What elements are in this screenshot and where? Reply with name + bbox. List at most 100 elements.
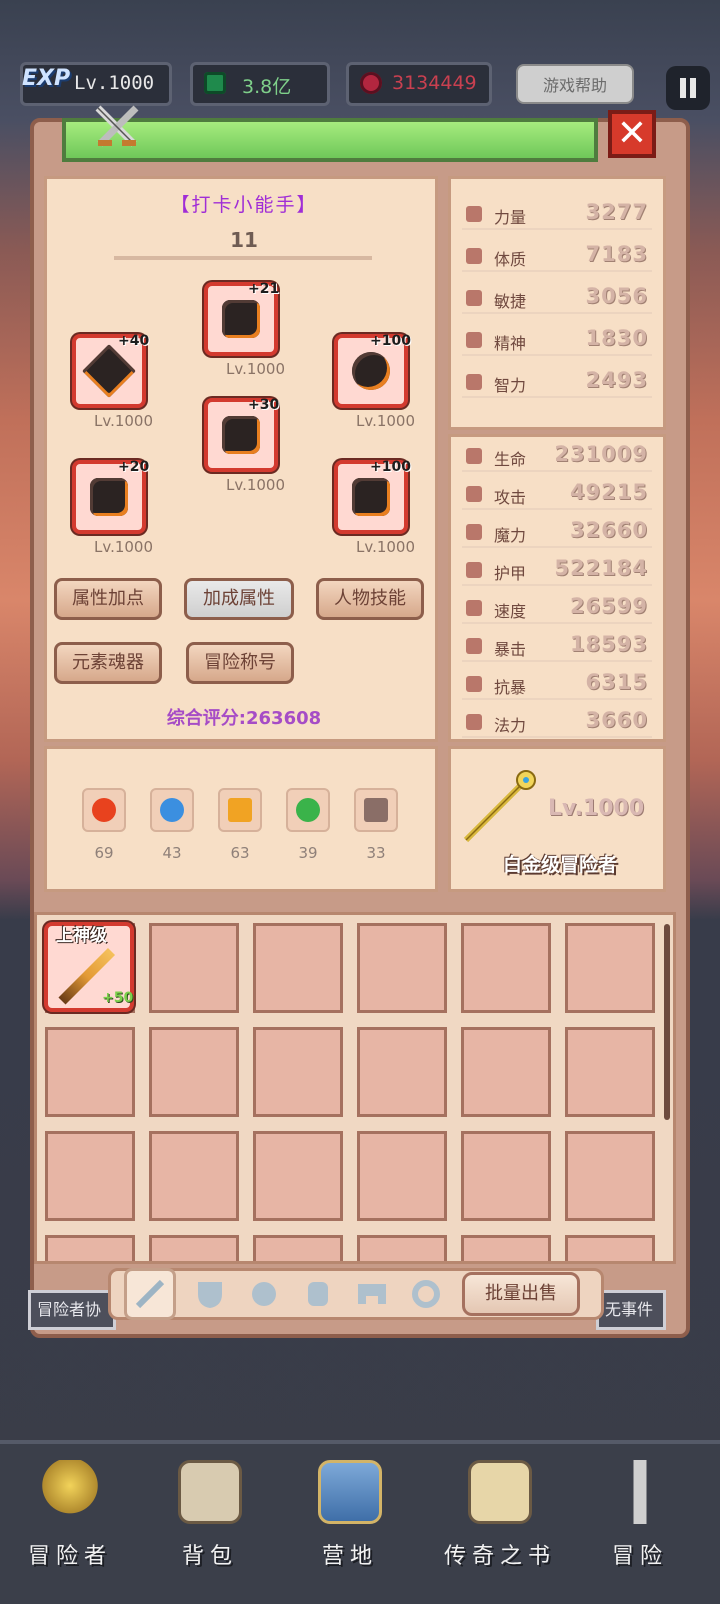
stat-row-crit: 暴击 18593 [462, 632, 652, 662]
helmet-icon [222, 300, 260, 338]
nav-backpack[interactable]: 背包 [150, 1452, 270, 1592]
equip-level: Lv.1000 [356, 412, 416, 430]
wind-element-icon[interactable] [286, 788, 330, 832]
item-plus: +50 [102, 990, 134, 1006]
character-title: 【打卡小能手】 [170, 194, 318, 216]
stat-row-intelligence: 智力 2493 [462, 368, 652, 398]
inventory-slot[interactable] [253, 923, 343, 1013]
water-element-icon[interactable] [150, 788, 194, 832]
equip-level: Lv.1000 [356, 538, 416, 556]
item-grade: 上神级 [56, 926, 107, 946]
inventory-slot[interactable] [149, 1027, 239, 1117]
close-button[interactable]: ✕ [608, 110, 656, 158]
inventory-slot[interactable] [253, 1235, 343, 1261]
nav-adventurer[interactable]: 冒险者 [10, 1452, 130, 1592]
wand-icon [466, 524, 482, 540]
equip-level: Lv.1000 [94, 538, 154, 556]
adventure-title-button[interactable]: 冒险称号 [186, 642, 294, 684]
water-element-value: 43 [162, 844, 182, 862]
equip-plus: +100 [370, 333, 411, 349]
spirit-icon [466, 332, 482, 348]
inventory-slot[interactable] [149, 1131, 239, 1221]
helmet-tab-icon[interactable] [246, 1276, 282, 1312]
inventory-slot[interactable] [253, 1027, 343, 1117]
character-number: 11 [230, 228, 258, 252]
lightning-element-icon[interactable] [218, 788, 262, 832]
inventory-slot[interactable] [461, 923, 551, 1013]
emerald-value: 3.8亿 [242, 76, 292, 98]
ruby-value: 3134449 [392, 72, 477, 94]
title-divider [114, 256, 372, 260]
inventory-slot[interactable] [357, 1027, 447, 1117]
crit-icon [466, 638, 482, 654]
armor-icon [222, 416, 260, 454]
nav-camp[interactable]: 营地 [290, 1452, 410, 1592]
dark-element-value: 33 [366, 844, 386, 862]
shield-tab-icon[interactable] [192, 1276, 228, 1312]
adventurer-guild-label: 冒险者协 [28, 1290, 116, 1330]
ring-tab-icon[interactable] [408, 1276, 444, 1312]
inventory-slot[interactable] [357, 923, 447, 1013]
no-event-label: 无事件 [596, 1290, 666, 1330]
equip-plus: +21 [248, 281, 280, 297]
inventory-slot[interactable] [149, 1235, 239, 1261]
inventory-slot[interactable] [45, 1131, 135, 1221]
ruby-icon [360, 72, 382, 94]
rank-level: Lv.1000 [548, 796, 645, 821]
element-soul-button[interactable]: 元素魂器 [54, 642, 162, 684]
stat-row-constitution: 体质 7183 [462, 242, 652, 272]
equip-plus: +30 [248, 397, 280, 413]
backpack-icon [178, 1460, 242, 1524]
wind-element-value: 39 [298, 844, 318, 862]
stat-row-strength: 力量 3277 [462, 200, 652, 230]
strength-icon [466, 206, 482, 222]
nav-legend-book[interactable]: 传奇之书 [440, 1452, 560, 1592]
book-icon [468, 1460, 532, 1524]
inventory-slot[interactable] [45, 1027, 135, 1117]
attribute-points-button[interactable]: 属性加点 [54, 578, 162, 620]
fire-element-value: 69 [94, 844, 114, 862]
glove-icon [90, 478, 128, 516]
panel-header-bar [62, 118, 598, 162]
armor-tab-icon[interactable] [300, 1276, 336, 1312]
camp-banner-icon [318, 1460, 382, 1524]
emerald-icon [204, 72, 226, 94]
nav-adventure[interactable]: 冒险 [580, 1452, 700, 1592]
inventory-slot[interactable] [253, 1131, 343, 1221]
game-help-button[interactable]: 游戏帮助 [516, 64, 634, 104]
inventory-scrollbar[interactable] [664, 924, 670, 1120]
inventory-slot[interactable] [565, 1131, 655, 1221]
heart-icon [466, 448, 482, 464]
equip-plus: +40 [118, 333, 150, 349]
lightning-element-value: 63 [230, 844, 250, 862]
inventory-slot[interactable] [565, 1235, 655, 1261]
inventory-slot[interactable] [461, 1131, 551, 1221]
stat-row-speed: 速度 26599 [462, 594, 652, 624]
inventory-slot[interactable] [461, 1027, 551, 1117]
orb-icon [352, 352, 390, 390]
overall-score: 综合评分:263608 [166, 708, 322, 729]
inventory-slot[interactable] [565, 1027, 655, 1117]
fire-element-icon[interactable] [82, 788, 126, 832]
bulk-sell-button[interactable]: 批量出售 [462, 1272, 580, 1316]
inventory-slot[interactable] [565, 923, 655, 1013]
inventory-slot[interactable] [357, 1131, 447, 1221]
shield-icon [466, 562, 482, 578]
equip-plus: +100 [370, 459, 411, 475]
stat-row-agility: 敏捷 3056 [462, 284, 652, 314]
character-skills-button[interactable]: 人物技能 [316, 578, 424, 620]
belt-tab-icon[interactable] [354, 1276, 390, 1312]
pause-button[interactable] [666, 66, 710, 110]
inventory-slot[interactable] [357, 1235, 447, 1261]
intelligence-icon [466, 374, 482, 390]
dark-element-icon[interactable] [354, 788, 398, 832]
inventory-slot[interactable] [149, 923, 239, 1013]
inventory-slot[interactable] [45, 1235, 135, 1261]
stat-row-mana: 法力 3660 [462, 708, 652, 738]
bonus-attributes-button[interactable]: 加成属性 [184, 578, 294, 620]
inventory-slot[interactable] [461, 1235, 551, 1261]
crossed-swords-icon [92, 102, 142, 152]
sword-nav-icon [608, 1460, 672, 1524]
heart-icon [466, 248, 482, 264]
stat-row-armor: 护甲 522184 [462, 556, 652, 586]
